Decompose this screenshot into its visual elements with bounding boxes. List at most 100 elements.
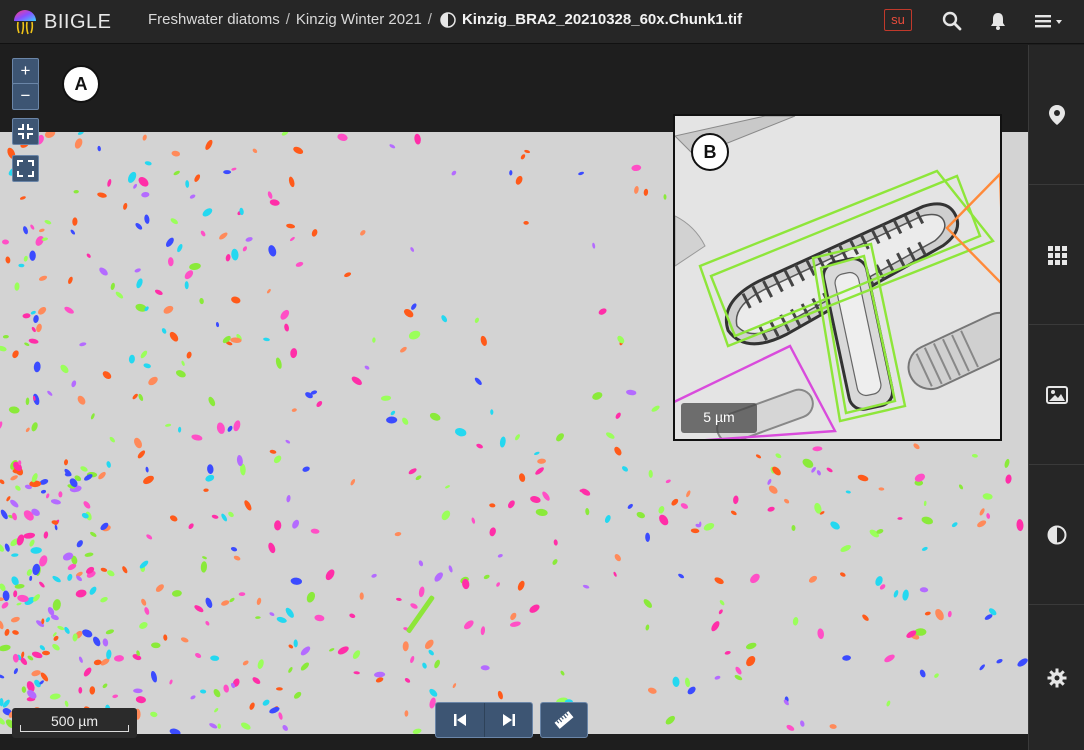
annotation-marker[interactable] (75, 539, 84, 549)
annotation-marker[interactable] (541, 490, 551, 502)
annotation-marker[interactable] (255, 616, 261, 619)
annotation-marker[interactable] (799, 720, 805, 727)
annotation-marker[interactable] (72, 217, 78, 226)
annotation-marker[interactable] (305, 591, 316, 604)
annotation-marker[interactable] (79, 342, 87, 347)
annotation-marker[interactable] (490, 409, 494, 415)
annotation-marker[interactable] (266, 288, 271, 294)
annotation-marker[interactable] (143, 606, 150, 615)
annotation-marker[interactable] (371, 573, 377, 578)
annotation-marker[interactable] (175, 369, 187, 379)
annotation-marker[interactable] (230, 295, 241, 304)
annotation-marker[interactable] (0, 542, 5, 553)
annotation-marker[interactable] (43, 531, 49, 539)
annotation-marker[interactable] (497, 690, 504, 700)
annotation-marker[interactable] (418, 560, 424, 567)
annotation-marker[interactable] (272, 454, 282, 465)
annotation-marker[interactable] (684, 677, 690, 688)
annotation-marker[interactable] (878, 487, 885, 491)
annotation-marker[interactable] (359, 229, 366, 236)
annotation-marker[interactable] (216, 422, 226, 435)
zoom-in-button[interactable]: + (12, 58, 39, 85)
annotation-marker[interactable] (126, 171, 138, 185)
annotation-marker[interactable] (919, 669, 927, 679)
annotation-marker[interactable] (537, 458, 546, 464)
annotation-marker[interactable] (474, 377, 483, 387)
annotation-marker[interactable] (164, 236, 175, 248)
annotation-marker[interactable] (70, 229, 76, 236)
annotation-marker[interactable] (509, 170, 513, 176)
annotation-marker[interactable] (64, 700, 69, 707)
annotation-marker[interactable] (480, 335, 488, 347)
annotation-marker[interactable] (32, 393, 41, 406)
annotation-marker[interactable] (0, 421, 3, 430)
annotation-marker[interactable] (177, 426, 182, 433)
annotation-marker[interactable] (88, 585, 98, 596)
annotation-marker[interactable] (394, 532, 402, 537)
annotation-marker[interactable] (54, 524, 58, 531)
annotation-marker[interactable] (410, 302, 418, 310)
annotation-marker[interactable] (374, 671, 386, 678)
annotation-marker[interactable] (23, 255, 28, 262)
annotation-marker[interactable] (133, 688, 143, 694)
annotation-marker[interactable] (396, 597, 402, 601)
annotation-marker[interactable] (730, 510, 737, 516)
annotation-marker[interactable] (976, 519, 987, 529)
annotation-marker[interactable] (509, 612, 518, 622)
annotation-marker[interactable] (217, 723, 221, 729)
annotation-marker[interactable] (134, 222, 143, 231)
annotation-marker[interactable] (613, 445, 623, 456)
annotation-marker[interactable] (1005, 474, 1013, 484)
annotation-marker[interactable] (91, 635, 101, 647)
annotation-marker[interactable] (657, 513, 670, 527)
annotation-marker[interactable] (121, 565, 128, 574)
annotation-marker[interactable] (245, 236, 253, 242)
annotation-marker[interactable] (631, 164, 642, 172)
annotation-marker[interactable] (724, 650, 731, 655)
annotation-marker[interactable] (390, 410, 396, 416)
annotation-marker[interactable] (73, 189, 79, 194)
annotation-marker[interactable] (1016, 519, 1024, 532)
annotation-marker[interactable] (488, 527, 496, 537)
annotation-marker[interactable] (184, 281, 189, 290)
annotation-marker[interactable] (4, 628, 11, 636)
annotation-marker[interactable] (808, 574, 819, 584)
annotation-marker[interactable] (93, 659, 102, 666)
annotation-marker[interactable] (189, 262, 202, 271)
annotation-marker[interactable] (299, 645, 311, 657)
annotation-marker[interactable] (145, 533, 153, 540)
annotation-marker[interactable] (225, 254, 231, 262)
annotation-marker[interactable] (372, 337, 376, 343)
annotation-marker[interactable] (364, 365, 370, 371)
annotation-marker[interactable] (154, 583, 165, 594)
annotation-marker[interactable] (409, 655, 415, 664)
annotation-marker[interactable] (106, 461, 112, 469)
annotation-marker[interactable] (82, 500, 91, 510)
annotation-marker[interactable] (349, 613, 356, 619)
annotation-marker[interactable] (337, 645, 351, 657)
annotation-marker[interactable] (267, 542, 277, 554)
annotation-marker[interactable] (499, 436, 506, 448)
annotation-marker[interactable] (290, 577, 302, 585)
annotation-marker[interactable] (710, 620, 721, 633)
annotation-marker[interactable] (14, 282, 20, 291)
annotation-marker[interactable] (150, 670, 158, 683)
annotation-marker[interactable] (529, 495, 541, 504)
annotation-marker[interactable] (151, 642, 161, 649)
annotation-marker[interactable] (440, 314, 448, 323)
annotation-marker[interactable] (8, 406, 20, 414)
annotation-marker[interactable] (996, 658, 1004, 664)
annotation-marker[interactable] (291, 519, 301, 530)
annotation-marker[interactable] (670, 498, 679, 507)
annotation-marker[interactable] (115, 290, 125, 299)
annotation-marker[interactable] (57, 625, 65, 631)
annotation-marker[interactable] (170, 217, 179, 225)
annotation-marker[interactable] (923, 500, 927, 506)
annotation-marker[interactable] (276, 687, 283, 691)
annotation-marker[interactable] (433, 571, 445, 583)
annotation-marker[interactable] (359, 592, 364, 600)
annotation-marker[interactable] (645, 624, 650, 631)
annotation-marker[interactable] (591, 391, 604, 402)
annotation-marker[interactable] (792, 617, 799, 626)
annotation-marker[interactable] (893, 589, 900, 598)
